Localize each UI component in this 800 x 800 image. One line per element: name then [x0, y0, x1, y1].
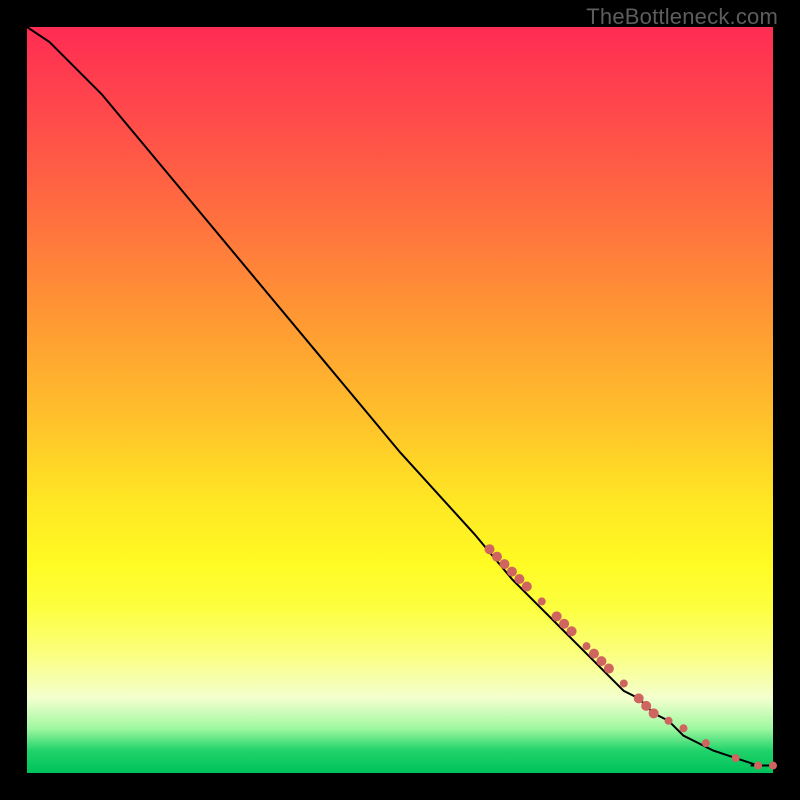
data-marker: [522, 582, 532, 592]
curve-line: [27, 27, 773, 766]
data-marker: [634, 693, 644, 703]
data-marker: [507, 567, 517, 577]
data-marker: [769, 762, 777, 770]
data-marker: [604, 664, 614, 674]
data-marker: [514, 574, 524, 584]
data-marker: [732, 754, 740, 762]
data-marker: [641, 701, 651, 711]
data-marker: [559, 619, 569, 629]
marker-group: [485, 544, 777, 769]
data-marker: [649, 708, 659, 718]
data-marker: [492, 552, 502, 562]
data-marker: [552, 611, 562, 621]
data-marker: [499, 559, 509, 569]
data-marker: [702, 739, 710, 747]
chart-svg: [27, 27, 773, 773]
data-marker: [567, 626, 577, 636]
data-marker: [620, 679, 628, 687]
data-marker: [538, 597, 546, 605]
data-marker: [665, 717, 673, 725]
data-marker: [589, 649, 599, 659]
data-marker: [596, 656, 606, 666]
data-marker: [583, 642, 591, 650]
data-marker: [679, 724, 687, 732]
plot-area: [27, 27, 773, 773]
data-marker: [485, 544, 495, 554]
watermark-text: TheBottleneck.com: [586, 4, 778, 30]
data-marker: [754, 762, 762, 770]
chart-container: TheBottleneck.com: [0, 0, 800, 800]
